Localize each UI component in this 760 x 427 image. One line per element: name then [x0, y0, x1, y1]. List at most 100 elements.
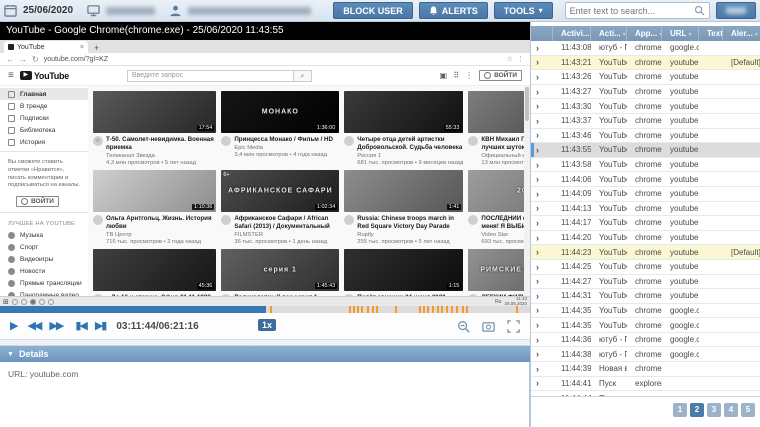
- table-row[interactable]: › 11:43:55 ... YouTube... chrome... yout…: [531, 143, 760, 158]
- search-input[interactable]: [570, 6, 690, 16]
- rewind-button[interactable]: ◀◀: [27, 321, 40, 332]
- table-row[interactable]: › 11:43:27 ... YouTube... chrome... yout…: [531, 85, 760, 100]
- alert-marker[interactable]: [446, 306, 448, 313]
- table-row[interactable]: › 11:44:31 ... YouTube... chrome... yout…: [531, 289, 760, 304]
- expand-arrow-icon[interactable]: ›: [531, 233, 553, 243]
- search-icon[interactable]: [694, 5, 705, 16]
- expand-arrow-icon[interactable]: ›: [531, 57, 553, 67]
- alert-marker[interactable]: [427, 306, 429, 313]
- alert-marker[interactable]: [367, 306, 369, 313]
- play-button[interactable]: ▶: [10, 321, 18, 332]
- expand-arrow-icon[interactable]: ›: [531, 87, 553, 97]
- alert-marker[interactable]: [456, 306, 458, 313]
- expand-arrow-icon[interactable]: ›: [531, 130, 553, 140]
- table-row[interactable]: › 11:43:58 ... YouTube... chrome... yout…: [531, 158, 760, 173]
- table-row[interactable]: › 11:44:20 ... YouTube... chrome... yout…: [531, 231, 760, 246]
- expand-arrow-icon[interactable]: ›: [531, 116, 553, 126]
- redacted-computer-name[interactable]: [106, 7, 154, 15]
- date-field[interactable]: 25/06/2020: [23, 5, 73, 16]
- alert-marker[interactable]: [451, 306, 453, 313]
- alert-marker[interactable]: [349, 306, 351, 313]
- table-row[interactable]: › 11:44:17 ... YouTube... chrome... yout…: [531, 216, 760, 231]
- expand-arrow-icon[interactable]: ›: [531, 247, 553, 257]
- table-row[interactable]: › 11:44:36 ... ютуб - П... chrome... goo…: [531, 333, 760, 348]
- expand-arrow-icon[interactable]: ›: [531, 203, 553, 213]
- expand-arrow-icon[interactable]: ›: [531, 262, 553, 272]
- alert-marker[interactable]: [462, 306, 464, 313]
- table-row[interactable]: › 11:43:08 ... ютуб - П... chrome... goo…: [531, 41, 760, 56]
- expand-arrow-icon[interactable]: ›: [531, 101, 553, 111]
- alert-marker[interactable]: [419, 306, 421, 313]
- expand-arrow-icon[interactable]: ›: [531, 320, 553, 330]
- alert-marker[interactable]: [361, 306, 363, 313]
- alert-marker[interactable]: [395, 306, 397, 313]
- table-row[interactable]: › 11:44:06 ... YouTube... chrome... yout…: [531, 172, 760, 187]
- page-button[interactable]: 3: [707, 403, 721, 417]
- expand-arrow-icon[interactable]: ›: [531, 43, 553, 53]
- table-row[interactable]: › 11:43:37 ... YouTube... chrome... yout…: [531, 114, 760, 129]
- expand-arrow-icon[interactable]: ›: [531, 305, 553, 315]
- page-button[interactable]: 1: [673, 403, 687, 417]
- tools-button[interactable]: TOOLS▾: [494, 2, 553, 19]
- expand-arrow-icon[interactable]: ›: [531, 364, 553, 374]
- expand-arrow-icon[interactable]: ›: [531, 349, 553, 359]
- alert-marker[interactable]: [441, 306, 443, 313]
- page-button[interactable]: 2: [690, 403, 704, 417]
- expand-arrow-icon[interactable]: ›: [531, 335, 553, 345]
- column-header[interactable]: Aler...▾: [723, 26, 760, 41]
- alert-marker[interactable]: [516, 306, 518, 313]
- step-forward-button[interactable]: ▶▮: [95, 321, 106, 332]
- alert-marker[interactable]: [466, 306, 468, 313]
- table-row[interactable]: › 11:43:30 ... YouTube... chrome... yout…: [531, 99, 760, 114]
- table-row[interactable]: › 11:44:35 ... YouTube... chrome... goog…: [531, 318, 760, 333]
- expand-arrow-icon[interactable]: ›: [531, 145, 553, 155]
- playback-timeline[interactable]: [0, 306, 530, 313]
- expand-arrow-icon[interactable]: ›: [531, 160, 553, 170]
- table-row[interactable]: › 11:43:46 ... YouTube... chrome... yout…: [531, 129, 760, 144]
- alert-marker[interactable]: [372, 306, 374, 313]
- expand-arrow-icon[interactable]: ›: [531, 291, 553, 301]
- column-header[interactable]: Activi...▾: [553, 26, 591, 41]
- alert-marker[interactable]: [432, 306, 434, 313]
- expand-arrow-icon[interactable]: ›: [531, 72, 553, 82]
- table-row[interactable]: › 11:44:25 ... YouTube... chrome... yout…: [531, 260, 760, 275]
- table-row[interactable]: › 11:44:09 ... YouTube... chrome... yout…: [531, 187, 760, 202]
- alert-marker[interactable]: [376, 306, 378, 313]
- table-row[interactable]: › 11:44:38 ... ютуб - П... chrome... goo…: [531, 347, 760, 362]
- snapshot-icon[interactable]: [482, 320, 495, 333]
- block-user-button[interactable]: BLOCK USER: [333, 2, 413, 19]
- blurred-action-button[interactable]: [716, 2, 756, 19]
- alert-marker[interactable]: [437, 306, 439, 313]
- speed-button[interactable]: 1x: [258, 319, 276, 331]
- table-row[interactable]: › 11:44:27 ... YouTube... chrome... yout…: [531, 275, 760, 290]
- column-header[interactable]: URL▾: [662, 26, 699, 41]
- table-row[interactable]: › 11:43:26 ... YouTube... chrome... yout…: [531, 70, 760, 85]
- table-row[interactable]: › 11:44:41 ... Пуск explorer...: [531, 377, 760, 392]
- zoom-out-icon[interactable]: [457, 320, 470, 333]
- expand-arrow-icon[interactable]: ›: [531, 174, 553, 184]
- table-row[interactable]: › 11:44:23 ... YouTube... chrome... yout…: [531, 245, 760, 260]
- alert-marker[interactable]: [353, 306, 355, 313]
- page-button[interactable]: 5: [741, 403, 755, 417]
- column-header[interactable]: Acti...▾: [591, 26, 627, 41]
- column-header[interactable]: Text...▾: [699, 26, 723, 41]
- expand-arrow-icon[interactable]: ›: [531, 218, 553, 228]
- expand-arrow-icon[interactable]: ›: [531, 276, 553, 286]
- alert-marker[interactable]: [357, 306, 359, 313]
- step-back-button[interactable]: ▮◀: [75, 321, 86, 332]
- search-box[interactable]: [565, 2, 710, 19]
- expand-arrow-icon[interactable]: ›: [531, 189, 553, 199]
- expand-arrow-icon[interactable]: ›: [531, 378, 553, 388]
- fast-forward-button[interactable]: ▶▶: [49, 321, 62, 332]
- alert-marker[interactable]: [423, 306, 425, 313]
- table-row[interactable]: › 11:44:13 ... YouTube... chrome... yout…: [531, 202, 760, 217]
- alerts-button[interactable]: ALERTS: [419, 2, 488, 19]
- redacted-user-name[interactable]: [188, 7, 312, 15]
- alert-marker[interactable]: [270, 306, 272, 313]
- table-row[interactable]: › 11:43:21 ... YouTube... chrome... yout…: [531, 56, 760, 71]
- details-header[interactable]: ▼ Details: [0, 346, 530, 362]
- column-header[interactable]: App...▾: [627, 26, 662, 41]
- table-row[interactable]: › 11:44:35 ... YouTube... chrome... goog…: [531, 304, 760, 319]
- page-button[interactable]: 4: [724, 403, 738, 417]
- fullscreen-icon[interactable]: [507, 320, 520, 333]
